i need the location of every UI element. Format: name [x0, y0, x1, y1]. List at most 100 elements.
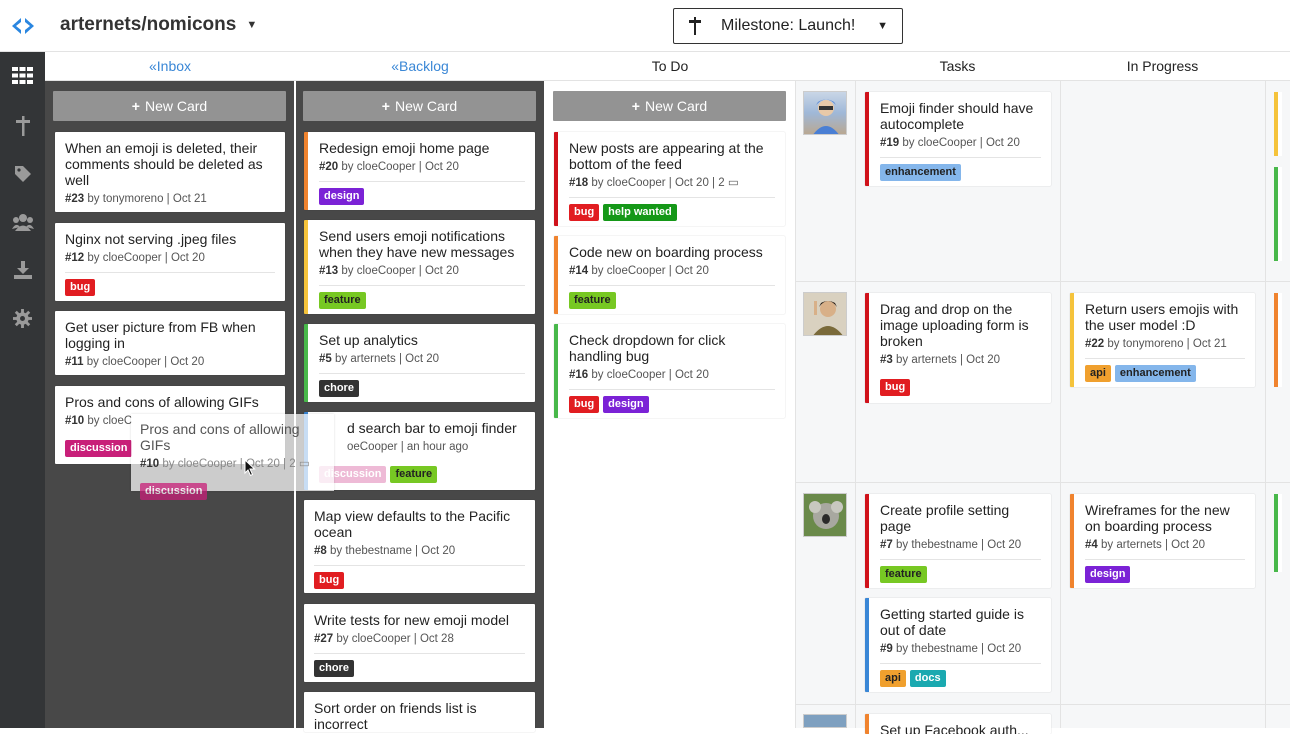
label-badge[interactable]: bug [880, 379, 911, 396]
new-card-button-todo[interactable]: + New Card [553, 91, 786, 121]
card-edge[interactable] [1274, 494, 1282, 572]
card[interactable]: d search bar to emoji finder oeCooper | … [304, 412, 535, 490]
milestone-dropdown[interactable]: Milestone: Launch! ▼ [673, 8, 903, 44]
label-badge[interactable]: bug [314, 572, 345, 589]
card-title: Get user picture from FB when logging in [65, 319, 256, 351]
label-badge[interactable]: feature [390, 466, 438, 483]
dragging-card-ghost[interactable]: Pros and cons of allowing GIFs #10 by cl… [131, 414, 334, 500]
app-logo-icon[interactable] [0, 0, 45, 52]
card-title: Pros and cons of allowing GIFs [140, 421, 300, 453]
milestone-label: Milestone: Launch! [721, 17, 856, 34]
card[interactable]: Write tests for new emoji model #27 by c… [304, 604, 535, 682]
card-edge[interactable] [1274, 293, 1282, 387]
label-badge[interactable]: docs [909, 670, 946, 687]
new-card-button-backlog[interactable]: + New Card [303, 91, 536, 121]
card-title: Nginx not serving .jpeg files [65, 231, 237, 247]
label-badge[interactable]: design [319, 188, 365, 205]
label-badge[interactable]: bug [65, 279, 96, 296]
label-badge: discussion [140, 483, 208, 500]
divider [319, 181, 525, 182]
card[interactable]: Getting started guide is out of date #9 … [865, 598, 1051, 692]
card[interactable]: Create profile setting page #7 by thebes… [865, 494, 1051, 588]
card[interactable]: Set up Facebook auth... [865, 714, 1051, 734]
label-badge[interactable]: bug [569, 204, 600, 221]
label-badge[interactable]: feature [319, 292, 366, 309]
card-title: Set up Facebook auth... [880, 722, 1029, 734]
label-badge[interactable]: chore [319, 380, 359, 397]
label-badge[interactable]: bug [569, 396, 600, 413]
label-badge[interactable]: enhancement [880, 164, 961, 181]
avatar[interactable] [803, 493, 847, 537]
divider [795, 482, 1290, 483]
card-meta: #4 by arternets | Oct 20 [1085, 539, 1206, 551]
card-edge[interactable] [1274, 167, 1282, 261]
label-badge[interactable]: api [1085, 365, 1111, 382]
plus-icon: + [631, 98, 640, 114]
label-badge[interactable]: design [603, 396, 649, 413]
card[interactable]: Emoji finder should have autocomplete #1… [865, 92, 1051, 186]
new-card-button-inbox[interactable]: + New Card [53, 91, 286, 121]
card-meta: #27 by cloeCooper | Oct 28 [314, 633, 454, 645]
card[interactable]: New posts are appearing at the bottom of… [554, 132, 785, 226]
card[interactable]: Sort order on friends list is incorrect [304, 692, 535, 732]
divider [314, 653, 525, 654]
label-badge[interactable]: design [1085, 566, 1131, 583]
divider [1085, 559, 1245, 560]
avatar[interactable] [803, 91, 847, 135]
label-badge[interactable]: chore [314, 660, 354, 677]
column-header-backlog[interactable]: «Backlog [295, 58, 545, 74]
card-title: Drag and drop on the image uploading for… [880, 301, 1029, 349]
card[interactable]: Check dropdown for click handling bug #1… [554, 324, 785, 418]
divider [880, 663, 1041, 664]
card-title: When an emoji is deleted, their comments… [65, 140, 263, 188]
card[interactable]: Set up analytics #5 by arternets | Oct 2… [304, 324, 535, 402]
tag-icon[interactable] [11, 162, 34, 185]
card-meta: #12 by cloeCooper | Oct 20 [65, 252, 205, 264]
card-meta: #14 by cloeCooper | Oct 20 [569, 265, 709, 277]
card[interactable]: Code new on boarding process #14 by cloe… [554, 236, 785, 314]
card[interactable]: Redesign emoji home page #20 by cloeCoop… [304, 132, 535, 210]
card[interactable]: Nginx not serving .jpeg files #12 by clo… [55, 223, 285, 301]
divider [880, 559, 1041, 560]
card[interactable]: When an emoji is deleted, their comments… [55, 132, 285, 212]
card-title: Check dropdown for click handling bug [569, 332, 726, 364]
card-title: Getting started guide is out of date [880, 606, 1024, 638]
card[interactable]: Wireframes for the new on boarding proce… [1070, 494, 1255, 588]
card[interactable]: Get user picture from FB when logging in… [55, 311, 285, 375]
card-title: Return users emojis with the user model … [1085, 301, 1239, 333]
divider [65, 272, 275, 273]
avatar[interactable] [803, 714, 847, 728]
column-header-tasks: Tasks [939, 58, 976, 74]
divider [795, 81, 796, 728]
card[interactable]: Send users emoji notifications when they… [304, 220, 535, 314]
card-edge[interactable] [1274, 92, 1282, 156]
card-meta: #10 by cloeCooper | Oct 20 | 2 ▭ [140, 458, 310, 470]
label-badge[interactable]: discussion [65, 440, 133, 457]
board-icon[interactable] [11, 64, 34, 87]
card[interactable]: Return users emojis with the user model … [1070, 293, 1255, 387]
label-badge[interactable]: enhancement [1114, 365, 1196, 382]
card-title: Write tests for new emoji model [314, 612, 510, 628]
divider [795, 281, 1290, 282]
label-badge[interactable]: api [880, 670, 906, 687]
card-meta: #3 by arternets | Oct 20 [880, 354, 1001, 366]
avatar[interactable] [803, 292, 847, 336]
card-title: Set up analytics [319, 332, 418, 348]
settings-icon[interactable] [11, 307, 34, 330]
milestone-icon[interactable] [11, 114, 34, 137]
card-title: Wireframes for the new on boarding proce… [1085, 502, 1230, 534]
card-title: Map view defaults to the Pacific ocean [314, 508, 511, 540]
label-badge[interactable]: feature [880, 566, 927, 583]
download-icon[interactable] [11, 258, 34, 281]
label-badge[interactable]: feature [569, 292, 616, 309]
card[interactable]: Map view defaults to the Pacific ocean #… [304, 500, 535, 593]
label-badge[interactable]: help wanted [603, 204, 677, 221]
column-header-inbox[interactable]: «Inbox [45, 58, 295, 74]
card[interactable]: Drag and drop on the image uploading for… [865, 293, 1051, 403]
column-header-todo: To Do [651, 58, 689, 74]
sidebar [0, 52, 45, 728]
divider [1265, 81, 1266, 728]
repo-selector[interactable]: arternets/nomicons ▼ [60, 14, 257, 36]
card-meta: #11 by cloeCooper | Oct 20 [65, 356, 205, 368]
users-icon[interactable] [11, 210, 34, 233]
